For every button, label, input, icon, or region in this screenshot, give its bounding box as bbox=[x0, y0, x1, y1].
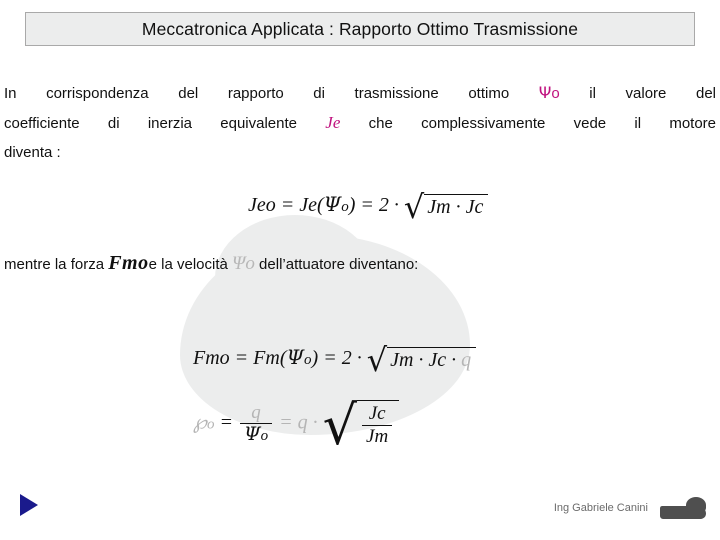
formula-psio-den-sub: o bbox=[260, 428, 269, 445]
formula-jeo: Jeo = Je(Ψo) = 2 · √ Jm · Jc bbox=[248, 188, 489, 226]
duck-logo-icon bbox=[660, 496, 708, 522]
page-title: Meccatronica Applicata : Rapporto Ottimo… bbox=[141, 18, 579, 39]
slide-canvas: Meccatronica Applicata : Rapporto Ottimo… bbox=[0, 0, 720, 540]
formula-jeo-psi-sub: o bbox=[341, 199, 349, 215]
formula-fmo-psi-sub: o bbox=[304, 352, 312, 368]
formula-fmo-radicand: Jm · Jc · q bbox=[387, 346, 477, 372]
paragraph-line-1: In corrispondenza del rapporto di trasmi… bbox=[4, 78, 716, 108]
je-variable: Je bbox=[325, 113, 341, 132]
radical-sign-icon: √ bbox=[403, 188, 425, 226]
formula-psio-fraction-numerator: q bbox=[239, 402, 273, 425]
formula-psio-inner-fraction: Jc Jm bbox=[362, 403, 393, 448]
midline-text: mentre la forza Fmoe la velocità Ψo dell… bbox=[4, 250, 716, 278]
formula-psio-velocity: ℘o = q Ψo = q · √ Jc Jm bbox=[193, 394, 400, 458]
paragraph-line-1-text-a: In corrispondenza del rapporto di trasmi… bbox=[4, 85, 510, 102]
formula-jeo-psi: Ψ bbox=[323, 192, 342, 216]
formula-fmo-radical: √ Jm · Jc · q bbox=[366, 341, 477, 379]
midline-text-a: mentre la forza bbox=[4, 256, 105, 273]
paragraph-line-1-text-b: il valore del bbox=[589, 85, 716, 102]
formula-fmo-radicand-text: Jm · Jc · bbox=[390, 348, 457, 371]
formula-jeo-mid: ) = 2 · bbox=[348, 194, 399, 216]
formula-psio-lhs-symbol: ℘ bbox=[193, 411, 207, 434]
formula-jeo-radicand: Jm · Jc bbox=[424, 193, 489, 219]
formula-psio-den-psi: Ψ bbox=[243, 423, 261, 446]
paragraph-line-2-text-a: coefficiente di inerzia equivalente bbox=[4, 115, 298, 132]
formula-fmo-lhs: Fmo = Fm( bbox=[193, 347, 287, 369]
psio-variable: Ψo bbox=[232, 253, 255, 274]
paragraph-line-2-text-b: che complessivamente vede il motore bbox=[368, 115, 717, 132]
slide-title-bar: Meccatronica Applicata : Rapporto Ottimo… bbox=[25, 12, 695, 46]
formula-fmo-mid: ) = 2 · bbox=[311, 347, 362, 369]
formula-psio-radical: √ Jc Jm bbox=[322, 394, 400, 458]
duck-logo-head bbox=[686, 497, 706, 513]
formula-psio-equals: = bbox=[219, 411, 233, 434]
psi-symbol: Ψ bbox=[538, 83, 552, 102]
formula-psio-fraction-denominator: Ψo bbox=[240, 423, 272, 446]
radical-sign-icon: √ bbox=[322, 394, 358, 458]
formula-fmo-psi: Ψ bbox=[286, 345, 305, 369]
formula-psio-radicand: Jc Jm bbox=[357, 400, 400, 448]
paragraph-line-3: diventa : bbox=[4, 144, 61, 161]
play-triangle-icon[interactable] bbox=[20, 494, 38, 516]
formula-jeo-radical: √ Jm · Jc bbox=[403, 188, 489, 226]
psi-subscript-o: o bbox=[551, 85, 560, 102]
fmo-variable: Fmo bbox=[108, 252, 149, 274]
midline-text-b: e la velocità bbox=[148, 256, 228, 273]
formula-fmo-trailing-q: q bbox=[461, 348, 472, 371]
footer-credit: Ing Gabriele Canini bbox=[553, 502, 648, 514]
formula-psio-inner-den: Jm bbox=[366, 425, 389, 447]
midline-text-c: dell’attuatore diventano: bbox=[259, 256, 419, 273]
formula-fmo: Fmo = Fm(Ψo) = 2 · √ Jm · Jc · q bbox=[193, 341, 477, 379]
formula-psio-fraction: q Ψo bbox=[239, 402, 273, 447]
formula-psio-inner-num: Jc bbox=[362, 403, 393, 426]
intro-paragraph: In corrispondenza del rapporto di trasmi… bbox=[4, 78, 716, 167]
formula-psio-lhs-subscript: o bbox=[206, 416, 215, 433]
paragraph-line-2: coefficiente di inerzia equivalente Je c… bbox=[4, 108, 716, 138]
formula-psio-mid: = q · bbox=[279, 411, 318, 434]
formula-jeo-lhs: Jeo = Je( bbox=[248, 194, 324, 216]
radical-sign-icon: √ bbox=[366, 341, 388, 379]
